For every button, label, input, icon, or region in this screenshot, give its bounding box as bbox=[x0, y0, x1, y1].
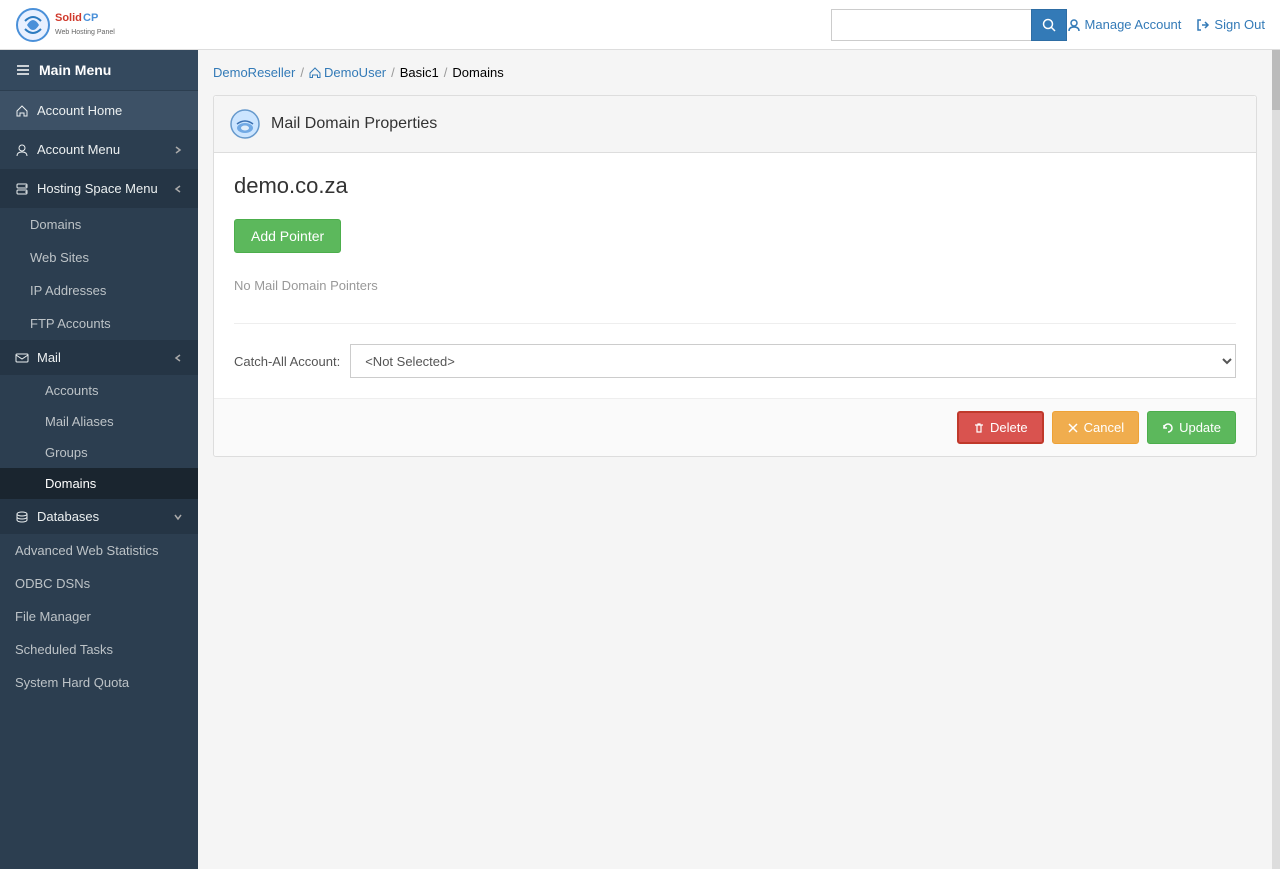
signout-icon bbox=[1196, 18, 1210, 32]
scroll-indicator[interactable] bbox=[1272, 50, 1280, 869]
sidebar-item-domains[interactable]: Domains bbox=[0, 208, 198, 241]
sidebar-item-account-menu[interactable]: Account Menu bbox=[0, 130, 198, 169]
home-icon-breadcrumb bbox=[309, 67, 321, 79]
menu-icon bbox=[15, 62, 31, 78]
search-button[interactable] bbox=[1031, 9, 1067, 41]
mail-domain-panel: Mail Domain Properties demo.co.za Add Po… bbox=[213, 95, 1257, 457]
search-icon bbox=[1042, 18, 1056, 32]
sidebar-item-websites[interactable]: Web Sites bbox=[0, 241, 198, 274]
sidebar-subitem-mail-aliases[interactable]: Mail Aliases bbox=[0, 406, 198, 437]
manage-account-link[interactable]: Manage Account bbox=[1067, 17, 1182, 32]
scroll-thumb bbox=[1272, 50, 1280, 110]
add-pointer-button[interactable]: Add Pointer bbox=[234, 219, 341, 253]
sidebar-item-ftp-accounts[interactable]: FTP Accounts bbox=[0, 307, 198, 340]
sidebar-item-advanced-web-stats[interactable]: Advanced Web Statistics bbox=[0, 534, 198, 567]
search-input[interactable] bbox=[831, 9, 1031, 41]
chevron-down-icon bbox=[173, 512, 183, 522]
sidebar-item-hosting-space-menu[interactable]: Hosting Space Menu bbox=[0, 169, 198, 208]
mail-icon bbox=[15, 351, 29, 365]
search-form bbox=[831, 9, 1067, 41]
panel-title: Mail Domain Properties bbox=[271, 115, 437, 133]
sidebar-item-scheduled-tasks[interactable]: Scheduled Tasks bbox=[0, 633, 198, 666]
cancel-button[interactable]: Cancel bbox=[1052, 411, 1139, 444]
svg-text:CP: CP bbox=[83, 12, 98, 24]
chevron-left-icon2 bbox=[173, 353, 183, 363]
sidebar: Main Menu Account Home Account Menu bbox=[0, 50, 198, 869]
sidebar-subitem-groups[interactable]: Groups bbox=[0, 437, 198, 468]
chevron-right-icon bbox=[173, 145, 183, 155]
brand-logo: Solid CP Web Hosting Panel bbox=[15, 7, 135, 43]
domain-name: demo.co.za bbox=[234, 173, 1236, 199]
hosting-space-items: Domains Web Sites IP Addresses FTP Accou… bbox=[0, 208, 198, 340]
sidebar-item-file-manager[interactable]: File Manager bbox=[0, 600, 198, 633]
catch-all-label: Catch-All Account: bbox=[234, 354, 340, 369]
breadcrumb-current: Domains bbox=[452, 65, 503, 80]
breadcrumb: DemoReseller / DemoUser / Basic1 / Domai… bbox=[213, 65, 1257, 80]
server-icon bbox=[15, 182, 29, 196]
mail-subitems: Accounts Mail Aliases Groups Domains bbox=[0, 375, 198, 499]
sidebar-main-menu[interactable]: Main Menu bbox=[0, 50, 198, 91]
database-icon bbox=[15, 510, 29, 524]
sidebar-item-account-home[interactable]: Account Home bbox=[0, 91, 198, 130]
panel-footer: Delete Cancel Update bbox=[214, 398, 1256, 456]
sign-out-link[interactable]: Sign Out bbox=[1196, 17, 1265, 32]
mail-domain-icon bbox=[229, 108, 261, 140]
sidebar-item-odbc-dsns[interactable]: ODBC DSNs bbox=[0, 567, 198, 600]
panel-body: demo.co.za Add Pointer No Mail Domain Po… bbox=[214, 153, 1256, 398]
sidebar-mail-header[interactable]: Mail bbox=[0, 340, 198, 375]
refresh-icon bbox=[1162, 422, 1174, 434]
person-icon bbox=[15, 143, 29, 157]
top-navbar: Solid CP Web Hosting Panel Manage Accoun… bbox=[0, 0, 1280, 50]
times-icon bbox=[1067, 422, 1079, 434]
sidebar-databases-header[interactable]: Databases bbox=[0, 499, 198, 534]
home-icon bbox=[15, 104, 29, 118]
catch-all-section: Catch-All Account: <Not Selected> bbox=[234, 323, 1236, 378]
trash-icon bbox=[973, 422, 985, 434]
main-layout: Main Menu Account Home Account Menu bbox=[0, 50, 1280, 869]
sidebar-subitem-accounts[interactable]: Accounts bbox=[0, 375, 198, 406]
svg-text:Web Hosting Panel: Web Hosting Panel bbox=[55, 29, 115, 36]
breadcrumb-user[interactable]: DemoUser bbox=[309, 65, 386, 80]
sidebar-item-system-hard-quota[interactable]: System Hard Quota bbox=[0, 666, 198, 699]
svg-text:Solid: Solid bbox=[55, 12, 82, 24]
chevron-left-icon bbox=[173, 184, 183, 194]
brand: Solid CP Web Hosting Panel bbox=[15, 7, 135, 43]
catch-all-select[interactable]: <Not Selected> bbox=[350, 344, 1236, 378]
breadcrumb-reseller[interactable]: DemoReseller bbox=[213, 65, 295, 80]
no-pointers-text: No Mail Domain Pointers bbox=[234, 268, 1236, 303]
delete-button[interactable]: Delete bbox=[957, 411, 1044, 444]
update-button[interactable]: Update bbox=[1147, 411, 1236, 444]
user-icon bbox=[1067, 18, 1081, 32]
navbar-right: Manage Account Sign Out bbox=[1067, 17, 1265, 32]
content-area: DemoReseller / DemoUser / Basic1 / Domai… bbox=[198, 50, 1272, 869]
panel-header: Mail Domain Properties bbox=[214, 96, 1256, 153]
breadcrumb-package: Basic1 bbox=[400, 65, 439, 80]
sidebar-subitem-mail-domains[interactable]: Domains bbox=[0, 468, 198, 499]
sidebar-item-ip-addresses[interactable]: IP Addresses bbox=[0, 274, 198, 307]
